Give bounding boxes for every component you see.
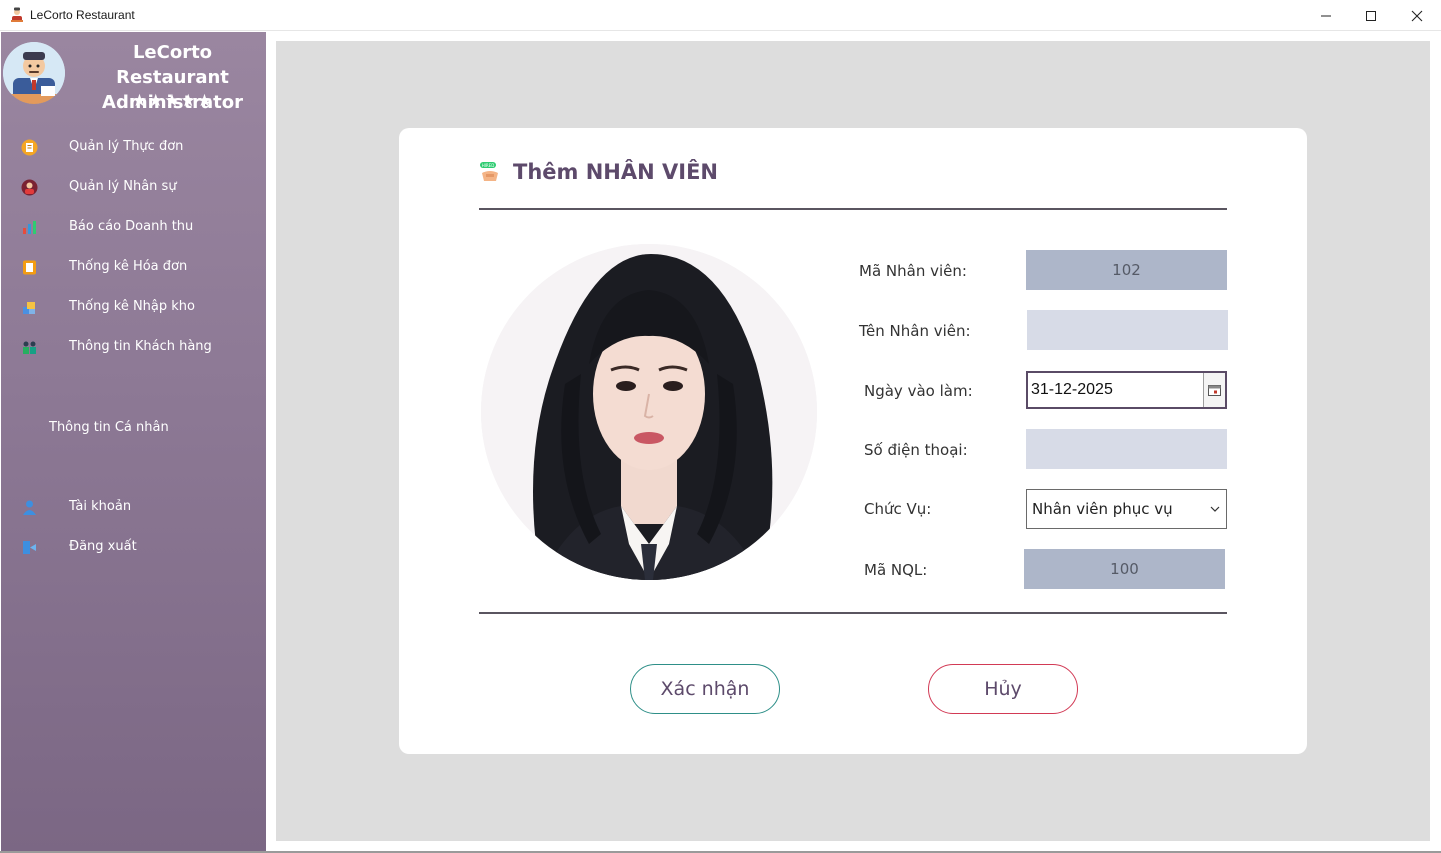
staff-icon: [21, 179, 38, 196]
customers-icon: [21, 339, 38, 356]
divider-bottom: [479, 612, 1227, 614]
sidebar-item-account[interactable]: Tài khoản: [1, 490, 266, 526]
minimize-icon: [1321, 15, 1331, 16]
sidebar-item-label: Quản lý Thực đơn: [69, 139, 184, 154]
app-chef-icon: [9, 7, 25, 23]
confirm-button[interactable]: Xác nhận: [630, 664, 780, 714]
position-select-value: Nhân viên phục vụ: [1032, 500, 1173, 518]
window-title: LeCorto Restaurant: [30, 8, 135, 22]
sidebar-section-personal: Thông tin Cá nhân: [49, 420, 169, 435]
employee-id-field: 102: [1026, 250, 1227, 290]
svg-text:HIRED: HIRED: [482, 163, 495, 168]
sidebar-item-label: Tài khoản: [69, 499, 132, 514]
window-titlebar: LeCorto Restaurant: [0, 0, 1441, 31]
manager-id-label: Mã NQL:: [864, 561, 928, 579]
sidebar: LeCorto Restaurant Administrator ★★★★★ Q…: [1, 32, 266, 852]
sidebar-item-invoices[interactable]: Thống kê Hóa đơn: [1, 250, 266, 286]
employee-name-input[interactable]: [1027, 310, 1228, 350]
admin-rating-stars: ★★★★★: [131, 91, 214, 111]
logout-icon: [21, 539, 38, 556]
calendar-button[interactable]: [1203, 373, 1225, 407]
minimize-button[interactable]: [1303, 0, 1349, 31]
sidebar-item-label: Thông tin Khách hàng: [69, 339, 212, 354]
manager-id-field: 100: [1024, 549, 1225, 589]
employee-photo: [481, 244, 817, 580]
menu-book-icon: [21, 139, 38, 156]
calendar-icon: [1208, 384, 1221, 396]
sidebar-item-menu[interactable]: Quản lý Thực đơn: [1, 130, 266, 166]
chevron-down-icon: [1204, 506, 1226, 512]
hired-icon: HIRED: [479, 161, 501, 183]
sidebar-item-label: Thống kê Nhập kho: [69, 299, 195, 314]
admin-name-line1: LeCorto Restaurant: [116, 42, 229, 88]
sidebar-item-label: Quản lý Nhân sự: [69, 179, 177, 194]
maximize-button[interactable]: [1348, 0, 1394, 31]
sidebar-item-label: Báo cáo Doanh thu: [69, 219, 194, 234]
maximize-icon: [1366, 10, 1376, 21]
account-icon: [21, 499, 38, 516]
start-date-label: Ngày vào làm:: [864, 382, 973, 400]
phone-label: Số điện thoại:: [864, 441, 968, 459]
sidebar-item-label: Đăng xuất: [69, 539, 137, 554]
start-date-value[interactable]: 31-12-2025: [1028, 381, 1203, 399]
position-select[interactable]: Nhân viên phục vụ: [1026, 489, 1227, 529]
sidebar-item-warehouse[interactable]: Thống kê Nhập kho: [1, 290, 266, 326]
admin-avatar: [3, 42, 65, 104]
invoice-icon: [21, 259, 38, 276]
close-button[interactable]: [1394, 0, 1440, 31]
page-title: Thêm NHÂN VIÊN: [513, 160, 718, 184]
sidebar-item-staff[interactable]: Quản lý Nhân sự: [1, 170, 266, 206]
employee-name-label: Tên Nhân viên:: [859, 322, 971, 340]
close-icon: [1411, 10, 1423, 21]
divider-top: [479, 208, 1227, 210]
position-label: Chức Vụ:: [864, 500, 932, 518]
warehouse-icon: [21, 299, 38, 316]
revenue-chart-icon: [21, 219, 38, 236]
sidebar-item-customers[interactable]: Thông tin Khách hàng: [1, 330, 266, 366]
phone-input[interactable]: [1026, 429, 1227, 469]
main-content: HIRED Thêm NHÂN VIÊN Mã Nhân viên: 102 T…: [276, 41, 1430, 841]
add-employee-card: HIRED Thêm NHÂN VIÊN Mã Nhân viên: 102 T…: [399, 128, 1307, 754]
start-date-picker[interactable]: 31-12-2025: [1026, 371, 1227, 409]
sidebar-item-logout[interactable]: Đăng xuất: [1, 530, 266, 566]
sidebar-item-label: Thống kê Hóa đơn: [69, 259, 188, 274]
employee-id-label: Mã Nhân viên:: [859, 262, 967, 280]
sidebar-item-revenue[interactable]: Báo cáo Doanh thu: [1, 210, 266, 246]
cancel-button[interactable]: Hủy: [928, 664, 1078, 714]
